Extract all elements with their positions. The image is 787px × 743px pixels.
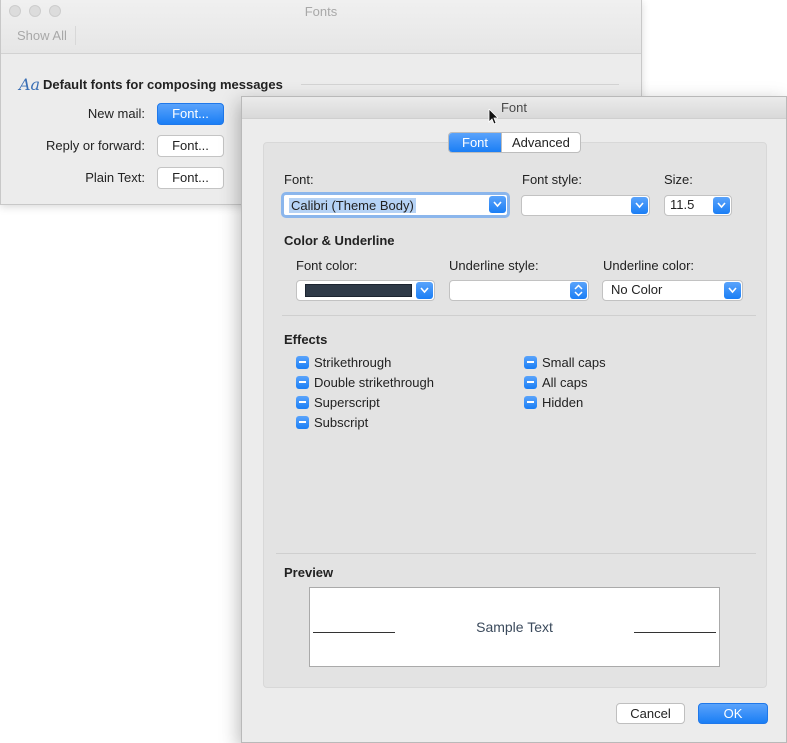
preview-baseline-right: [634, 632, 716, 633]
small-caps-checkbox[interactable]: Small caps: [524, 355, 606, 370]
ok-button[interactable]: OK: [698, 703, 768, 724]
mixed-state-checkbox-icon[interactable]: [524, 356, 537, 369]
underline-style-combobox[interactable]: [449, 280, 589, 301]
mouse-cursor-icon: [488, 109, 498, 125]
font-format-icon: Aa: [19, 75, 41, 94]
reply-forward-label: Reply or forward:: [46, 138, 145, 153]
mixed-state-checkbox-icon[interactable]: [524, 396, 537, 409]
color-effects-divider: [282, 315, 756, 316]
section-divider: [301, 84, 619, 85]
size-combobox[interactable]: 11.5: [664, 195, 732, 216]
tab-font[interactable]: Font: [449, 133, 502, 152]
strikethrough-label: Strikethrough: [314, 355, 392, 370]
all-caps-label: All caps: [542, 375, 588, 390]
subscript-label: Subscript: [314, 415, 369, 430]
new-mail-label: New mail:: [87, 106, 145, 121]
font-color-swatch: [305, 284, 412, 297]
font-color-label: Font color:: [296, 258, 358, 273]
size-value[interactable]: 11.5: [670, 197, 694, 212]
section-title: Default fonts for composing messages: [43, 77, 283, 92]
superscript-checkbox[interactable]: Superscript: [296, 395, 380, 410]
mixed-state-checkbox-icon[interactable]: [296, 396, 309, 409]
font-dialog-tabs: Font Advanced: [448, 132, 581, 153]
mixed-state-checkbox-icon[interactable]: [524, 376, 537, 389]
all-caps-checkbox[interactable]: All caps: [524, 375, 588, 390]
plain-text-label: Plain Text:: [85, 170, 145, 185]
reply-forward-font-button[interactable]: Font...: [157, 135, 224, 157]
show-all-button[interactable]: Show All: [9, 26, 76, 45]
up-down-stepper-icon[interactable]: [570, 282, 587, 299]
fonts-window-titlebar: Fonts Show All: [1, 0, 641, 54]
fonts-window-title: Fonts: [304, 4, 338, 19]
preview-heading: Preview: [284, 565, 334, 580]
font-color-picker[interactable]: [296, 280, 435, 301]
preview-box: Sample Text: [309, 587, 720, 667]
chevron-down-icon[interactable]: [713, 197, 730, 214]
font-dialog-title: Font: [500, 100, 527, 115]
new-mail-font-button[interactable]: Font...: [157, 103, 224, 125]
superscript-label: Superscript: [314, 395, 380, 410]
mixed-state-checkbox-icon[interactable]: [296, 356, 309, 369]
chevron-down-icon[interactable]: [724, 282, 741, 299]
underline-color-combobox[interactable]: No Color: [602, 280, 743, 301]
plain-text-font-button[interactable]: Font...: [157, 167, 224, 189]
hidden-checkbox[interactable]: Hidden: [524, 395, 583, 410]
font-combobox-value[interactable]: Calibri (Theme Body): [289, 198, 416, 213]
hidden-label: Hidden: [542, 395, 584, 410]
mixed-state-checkbox-icon[interactable]: [296, 416, 309, 429]
underline-color-label: Underline color:: [603, 258, 695, 273]
color-underline-heading: Color & Underline: [284, 233, 395, 248]
chevron-down-icon[interactable]: [631, 197, 648, 214]
chevron-down-icon[interactable]: [489, 196, 506, 213]
subscript-checkbox[interactable]: Subscript: [296, 415, 368, 430]
size-label: Size:: [664, 172, 693, 187]
font-style-combobox[interactable]: [521, 195, 650, 216]
strikethrough-checkbox[interactable]: Strikethrough: [296, 355, 391, 370]
underline-style-label: Underline style:: [449, 258, 539, 273]
chevron-down-icon[interactable]: [416, 282, 433, 299]
small-caps-label: Small caps: [542, 355, 606, 370]
mixed-state-checkbox-icon[interactable]: [296, 376, 309, 389]
double-strikethrough-checkbox[interactable]: Double strikethrough: [296, 375, 434, 390]
font-style-label: Font style:: [522, 172, 582, 187]
font-combobox[interactable]: Calibri (Theme Body): [281, 192, 510, 218]
effects-heading: Effects: [284, 332, 328, 347]
double-strikethrough-label: Double strikethrough: [314, 375, 434, 390]
effects-preview-divider: [276, 553, 756, 554]
tab-advanced[interactable]: Advanced: [501, 133, 580, 152]
font-label: Font:: [284, 172, 314, 187]
font-dialog: Font Font: Font style: Size: Calibri (Th…: [241, 96, 787, 743]
font-dialog-titlebar[interactable]: Font: [242, 97, 786, 125]
cancel-button[interactable]: Cancel: [616, 703, 685, 724]
underline-color-value: No Color: [611, 282, 663, 297]
